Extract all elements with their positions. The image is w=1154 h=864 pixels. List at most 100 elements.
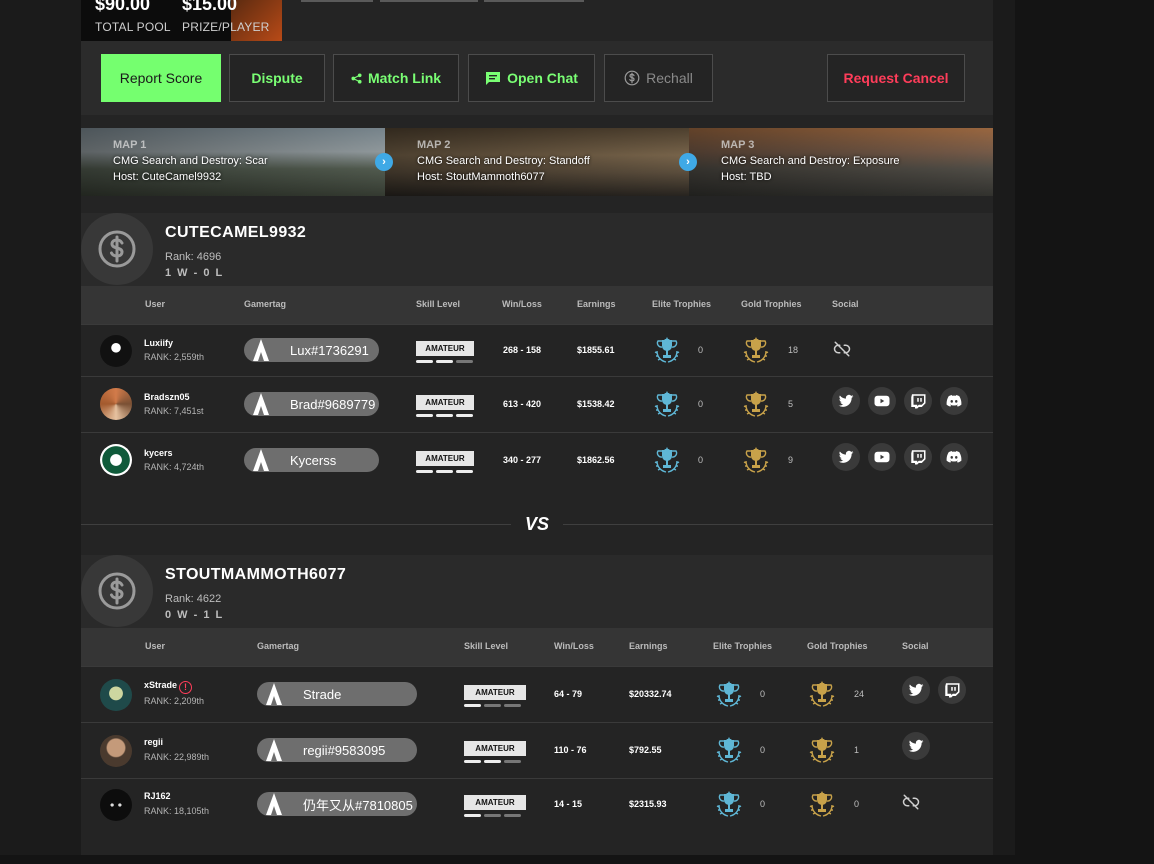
avatar[interactable]: [100, 388, 132, 420]
twitch-icon[interactable]: [904, 443, 932, 471]
prize-per-player-label: PRIZE/PLAYER: [182, 20, 270, 34]
earnings: $792.55: [629, 745, 662, 755]
elite-trophy-icon: [654, 391, 680, 419]
twitter-icon[interactable]: [832, 443, 860, 471]
discord-icon[interactable]: [940, 387, 968, 415]
map-number: MAP 3: [721, 139, 755, 151]
team-record: 1 W - 0 L: [165, 267, 224, 279]
map-card-3[interactable]: MAP 3 CMG Search and Destroy: Exposure H…: [689, 128, 993, 196]
youtube-icon[interactable]: [868, 387, 896, 415]
gamertag-pill[interactable]: Kycerss: [244, 448, 379, 472]
map-card-1[interactable]: MAP 1 CMG Search and Destroy: Scar Host:…: [81, 128, 385, 196]
top-tab[interactable]: [484, 0, 584, 2]
share-icon: [351, 72, 362, 84]
team-rank: Rank: 4622: [165, 593, 222, 605]
youtube-icon[interactable]: [868, 443, 896, 471]
prize-pool-box: $90.00 TOTAL POOL $15.00 PRIZE/PLAYER: [81, 0, 282, 41]
unlink-icon: [902, 793, 920, 811]
rechall-button[interactable]: Rechall: [604, 54, 713, 102]
unlink-icon: [833, 340, 851, 358]
request-cancel-button[interactable]: Request Cancel: [827, 54, 965, 102]
column-gamertag: Gamertag: [244, 299, 287, 309]
elite-trophy-icon: [716, 791, 742, 819]
win-loss: 64 - 79: [554, 689, 583, 699]
column-earnings: Earnings: [629, 641, 668, 651]
player-rank: RANK: 2,209th: [144, 696, 205, 706]
skill-badge: AMATEUR: [416, 395, 474, 410]
player-name[interactable]: xStrade!: [144, 680, 193, 694]
avatar[interactable]: [100, 444, 132, 476]
gamertag-pill[interactable]: 仍年又从#7810805: [257, 792, 417, 816]
top-tab[interactable]: [380, 0, 478, 2]
avatar[interactable]: [100, 735, 132, 767]
elite-trophy-icon: [716, 737, 742, 765]
gold-trophy-count: 9: [788, 455, 794, 465]
gamertag-pill[interactable]: regii#9583095: [257, 738, 417, 762]
skill-level: AMATEUR: [416, 341, 474, 363]
skill-badge: AMATEUR: [464, 795, 526, 810]
elite-trophy-icon: [654, 447, 680, 475]
discord-icon[interactable]: [940, 443, 968, 471]
roster-table-header: User Gamertag Skill Level Win/Loss Earni…: [81, 286, 993, 324]
dispute-button[interactable]: Dispute: [229, 54, 325, 102]
open-chat-button[interactable]: Open Chat: [468, 54, 595, 102]
player-name[interactable]: Bradszn05: [144, 392, 190, 402]
map-card-2[interactable]: MAP 2 CMG Search and Destroy: Standoff H…: [385, 128, 689, 196]
activision-logo-icon: [265, 682, 283, 706]
gamertag-text: regii#9583095: [303, 742, 386, 758]
open-chat-label: Open Chat: [507, 70, 578, 86]
player-name[interactable]: Luxiify: [144, 338, 173, 348]
gamertag-text: Strade: [303, 686, 342, 702]
team-name[interactable]: STOUTMAMMOTH6077: [165, 566, 346, 584]
team-name[interactable]: CUTECAMEL9932: [165, 224, 306, 242]
gamertag-pill[interactable]: Strade: [257, 682, 417, 706]
column-skill: Skill Level: [464, 641, 509, 651]
player-name[interactable]: regii: [144, 737, 163, 747]
dispute-label: Dispute: [251, 70, 303, 86]
avatar[interactable]: [100, 335, 132, 367]
gamertag-text: 仍年又从#7810805: [303, 797, 413, 813]
vs-label: VS: [524, 514, 549, 534]
skill-badge: AMATEUR: [464, 685, 526, 700]
avatar[interactable]: [100, 679, 132, 711]
player-rank: RANK: 18,105th: [144, 806, 210, 816]
skill-level: AMATEUR: [464, 795, 526, 817]
player-name[interactable]: RJ162: [144, 791, 171, 801]
skill-badge: AMATEUR: [464, 741, 526, 756]
player-rank: RANK: 7,451st: [144, 406, 204, 416]
skill-level: AMATEUR: [416, 451, 474, 473]
gamertag-pill[interactable]: Brad#9689779: [244, 392, 379, 416]
skill-level: AMATEUR: [464, 685, 526, 707]
dollar-icon: [97, 229, 137, 269]
twitter-icon[interactable]: [832, 387, 860, 415]
column-user: User: [145, 641, 166, 651]
gold-trophy-icon: [743, 337, 769, 365]
activision-logo-icon: [252, 448, 270, 472]
map-number: MAP 1: [113, 139, 147, 151]
top-tab[interactable]: [301, 0, 373, 2]
column-winloss: Win/Loss: [554, 641, 594, 651]
twitter-icon[interactable]: [902, 732, 930, 760]
player-rank: RANK: 4,724th: [144, 462, 205, 472]
gold-trophy-count: 1: [854, 745, 860, 755]
elite-trophy-count: 0: [698, 399, 704, 409]
gold-trophy-icon: [743, 391, 769, 419]
twitch-icon[interactable]: [938, 676, 966, 704]
player-name[interactable]: kycers: [144, 448, 173, 458]
gamertag-text: Kycerss: [290, 452, 337, 468]
page-footer-bar: [0, 855, 1015, 864]
elite-trophy-count: 0: [760, 799, 766, 809]
skill-bars: [464, 814, 526, 817]
table-row: Bradszn05 RANK: 7,451st Brad#9689779 AMA…: [81, 376, 993, 432]
elite-trophy-count: 0: [760, 745, 766, 755]
report-score-button[interactable]: Report Score: [101, 54, 221, 102]
match-link-button[interactable]: Match Link: [333, 54, 459, 102]
avatar[interactable]: [100, 789, 132, 821]
prize-per-player-amount: $15.00: [182, 0, 238, 14]
skill-level: AMATEUR: [416, 395, 474, 417]
twitter-icon[interactable]: [902, 676, 930, 704]
twitch-icon[interactable]: [904, 387, 932, 415]
map-list: MAP 1 CMG Search and Destroy: Scar Host:…: [81, 128, 993, 196]
gamertag-pill[interactable]: Lux#1736291: [244, 338, 379, 362]
activision-logo-icon: [252, 338, 270, 362]
